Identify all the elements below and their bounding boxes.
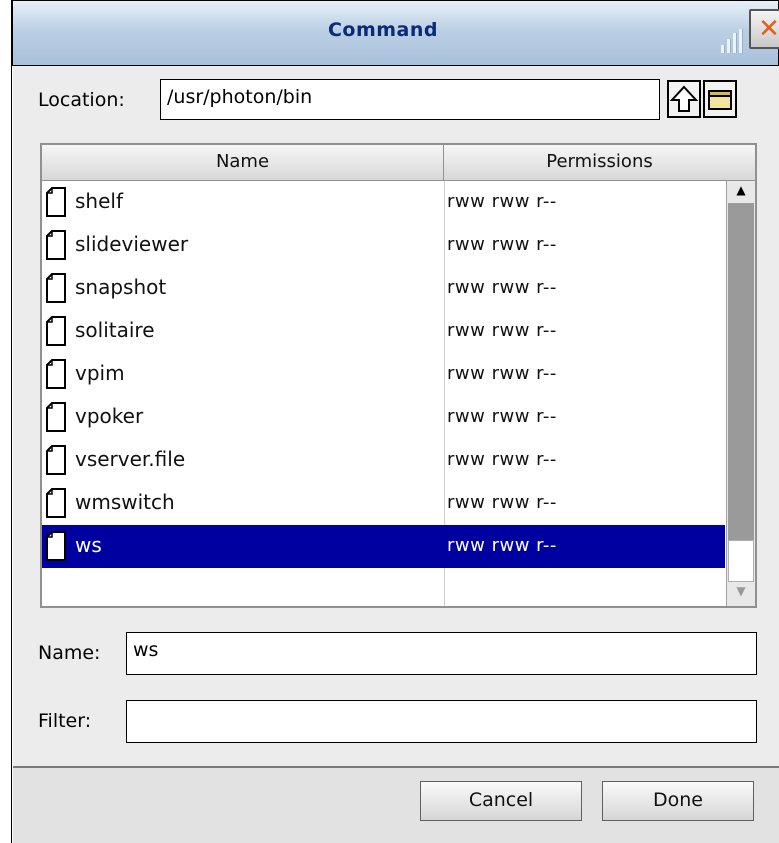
file-name: vpoker [75,404,144,428]
location-label: Location: [38,89,125,111]
location-input[interactable]: /usr/photon/bin [160,79,660,120]
file-permissions: rww rww r-- [447,535,557,556]
file-name: solitaire [75,318,155,342]
vertical-scrollbar[interactable]: ▲ ▼ [726,181,755,606]
file-row[interactable]: vpoker rww rww r-- [42,396,725,439]
up-arrow-icon [669,85,699,112]
up-directory-button[interactable] [667,80,701,118]
folder-icon [708,90,732,110]
file-icon [46,187,66,217]
name-input[interactable]: ws [126,632,757,675]
file-icon [46,316,66,346]
file-icon [46,230,66,260]
scrollbar-thumb[interactable] [728,540,754,582]
file-row[interactable]: shelf rww rww r-- [42,181,725,224]
file-icon [46,273,66,303]
close-icon: ✕ [758,14,779,44]
file-icon [46,488,66,518]
file-name: vserver.file [75,447,186,471]
file-list[interactable]: Name Permissions shelf rww rww r-- slidevi… [40,143,757,608]
column-header-permissions[interactable]: Permissions [444,145,755,181]
file-permissions: rww rww r-- [447,320,557,341]
cancel-button[interactable]: Cancel [420,781,582,821]
file-row[interactable]: ws rww rww r-- [42,525,725,568]
file-name: snapshot [75,275,167,299]
resize-grip-icon [719,29,743,53]
file-permissions: rww rww r-- [447,449,557,470]
file-name: vpim [75,361,125,385]
file-permissions: rww rww r-- [447,277,557,298]
file-permissions: rww rww r-- [447,191,557,212]
file-name: shelf [75,189,123,213]
new-folder-button[interactable] [703,80,737,118]
file-icon [46,445,66,475]
scroll-down-icon[interactable]: ▼ [727,584,755,598]
command-dialog: Command ✕ Location: /usr/photon/bin Name… [0,0,779,843]
file-row[interactable]: wmswitch rww rww r-- [42,482,725,525]
scroll-up-icon[interactable]: ▲ [727,183,755,197]
filter-input[interactable] [126,700,757,743]
file-permissions: rww rww r-- [447,492,557,513]
window-frame [0,0,12,843]
file-icon [46,359,66,389]
file-name: wmswitch [75,490,175,514]
file-permissions: rww rww r-- [447,406,557,427]
scrollbar-track[interactable] [728,203,754,540]
file-row[interactable]: slideviewer rww rww r-- [42,224,725,267]
file-permissions: rww rww r-- [447,363,557,384]
file-name: ws [75,533,102,557]
file-row[interactable]: vpim rww rww r-- [42,353,725,396]
file-row[interactable]: vserver.file rww rww r-- [42,439,725,482]
file-icon [46,402,66,432]
filter-label: Filter: [38,710,92,732]
window-title: Command [327,19,439,41]
file-icon [46,531,66,561]
file-permissions: rww rww r-- [447,234,557,255]
title-bar[interactable]: Command ✕ [12,0,779,66]
column-header-name[interactable]: Name [42,145,444,181]
close-button[interactable]: ✕ [749,9,779,49]
name-label: Name: [38,642,101,664]
file-row[interactable]: snapshot rww rww r-- [42,267,725,310]
file-row[interactable]: solitaire rww rww r-- [42,310,725,353]
done-button[interactable]: Done [602,781,754,821]
file-name: slideviewer [75,232,189,256]
